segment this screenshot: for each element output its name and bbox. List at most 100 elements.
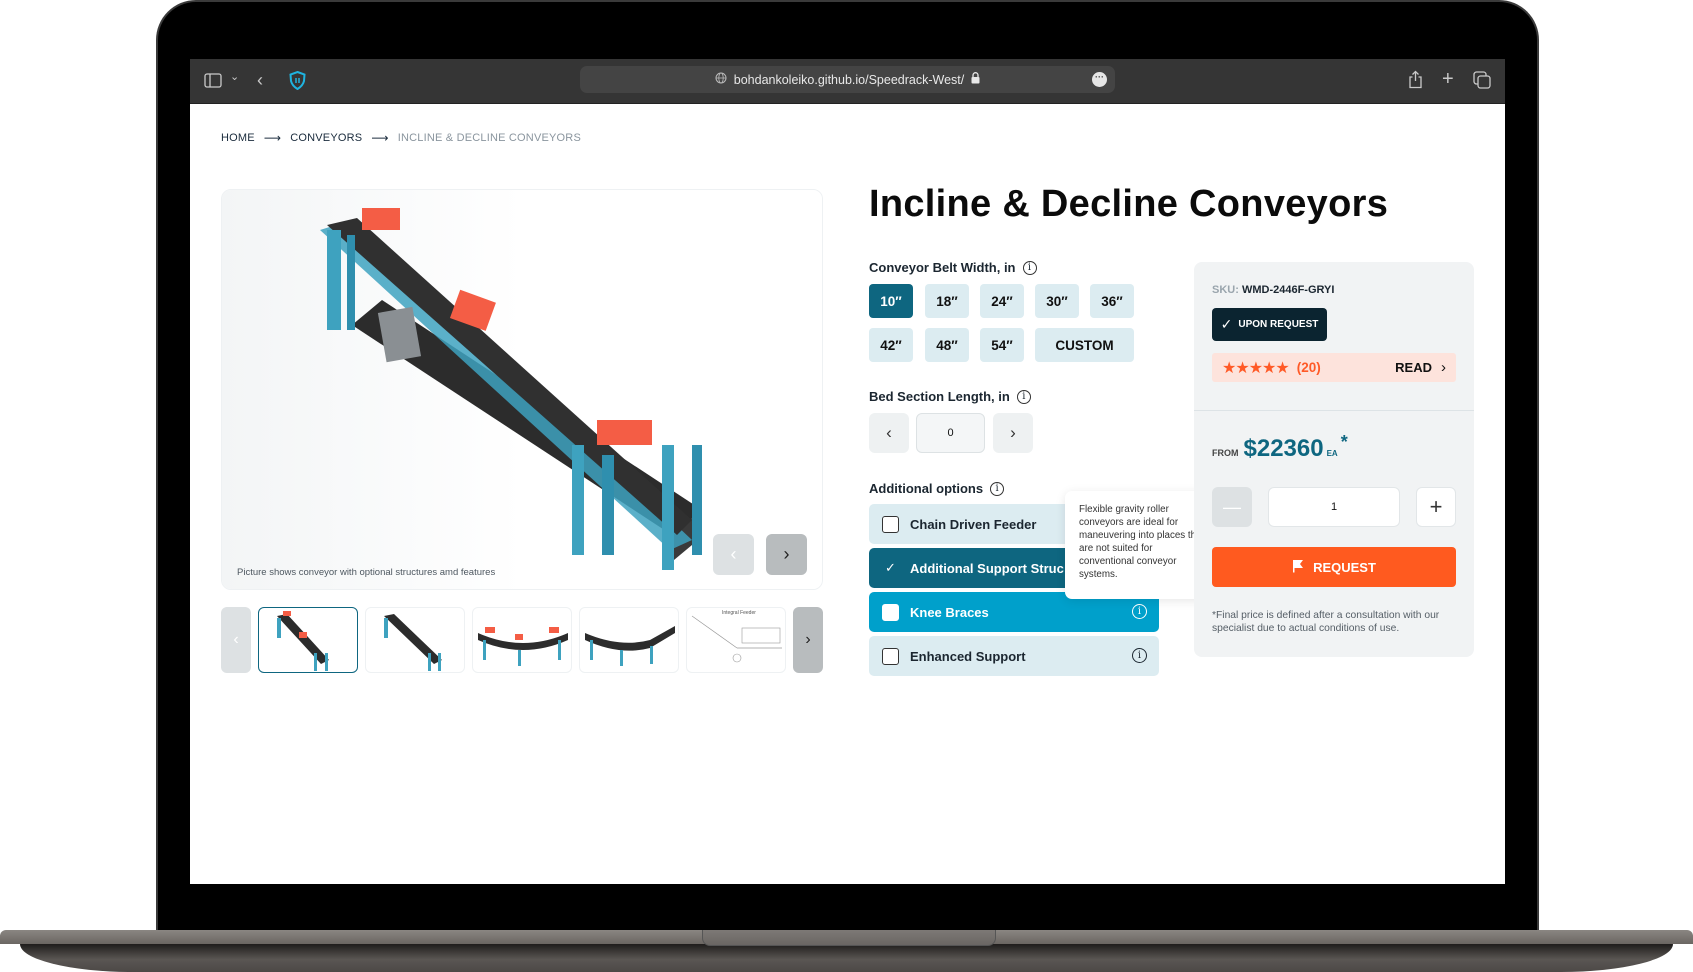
product-gallery: 1/6 Picture show	[221, 189, 823, 590]
address-bar[interactable]: bohdankoleiko.github.io/Speedrack-West/ …	[580, 66, 1115, 93]
laptop-base-bottom	[20, 944, 1673, 972]
belt-width-label: Conveyor Belt Width, in i	[869, 260, 1037, 275]
thumbnail-4[interactable]	[579, 607, 679, 673]
availability-text: UPON REQUEST	[1238, 319, 1319, 330]
product-title: Incline & Decline Conveyors	[869, 183, 1389, 225]
bed-length-label: Bed Section Length, in i	[869, 389, 1031, 404]
star-rating-icon: ★★★★★	[1222, 359, 1290, 377]
price: FROM $22360 EA *	[1212, 432, 1348, 463]
thumbnail-label: Integral Feeder	[722, 610, 756, 616]
rating-bar[interactable]: ★★★★★ (20) READ ›	[1212, 353, 1456, 382]
thumbnail-3[interactable]	[472, 607, 572, 673]
rating-count: (20)	[1296, 360, 1321, 375]
belt-width-option-36[interactable]: 36″	[1090, 284, 1134, 318]
read-reviews-link[interactable]: READ ›	[1395, 359, 1446, 376]
info-icon[interactable]: i	[1132, 604, 1147, 619]
bed-length-input[interactable]: 0	[916, 413, 985, 453]
chevron-right-icon: ›	[1010, 423, 1016, 442]
bed-length-label-text: Bed Section Length, in	[869, 389, 1010, 404]
price-unit: EA	[1326, 449, 1338, 458]
url-text[interactable]: bohdankoleiko.github.io/Speedrack-West/	[734, 73, 964, 87]
sku-value: WMD-2446F-GRYI	[1241, 284, 1335, 296]
option-label: Additional Support Struc	[910, 560, 1064, 576]
option-label: Chain Driven Feeder	[910, 516, 1037, 532]
info-icon[interactable]: i	[1022, 260, 1037, 275]
breadcrumb-home[interactable]: HOME	[221, 132, 255, 144]
checkbox[interactable]	[882, 603, 899, 621]
belt-width-option-48[interactable]: 48″	[925, 328, 969, 362]
tabs-icon[interactable]	[1473, 71, 1491, 92]
chevron-right-icon: ›	[783, 544, 790, 564]
info-icon[interactable]: i	[1016, 389, 1031, 404]
product-image	[222, 190, 822, 589]
chevron-right-icon: ›	[1441, 359, 1446, 376]
breadcrumb-conveyors[interactable]: CONVEYORS	[290, 132, 362, 144]
belt-width-option-custom[interactable]: CUSTOM	[1035, 328, 1134, 362]
sku: SKU: WMD-2446F-GRYI	[1212, 284, 1334, 296]
back-icon[interactable]: ‹	[257, 71, 263, 89]
lock-icon	[971, 72, 980, 87]
thumbnail-strip: ‹ Integral Feeder ›	[221, 607, 823, 675]
browser-toolbar: ⌄ ‹ bohdankoleiko.github.io/Speedrack-We…	[190, 59, 1505, 104]
option-label: Enhanced Support	[910, 648, 1026, 664]
arrow-right-icon: ⟶	[371, 131, 389, 145]
gallery-prev-button[interactable]: ‹	[713, 534, 754, 575]
breadcrumb-current: INCLINE & DECLINE CONVEYORS	[397, 132, 581, 144]
availability-badge: ✓ UPON REQUEST	[1212, 308, 1327, 341]
chevron-left-icon: ‹	[233, 631, 239, 648]
check-icon[interactable]: ✓	[882, 560, 899, 576]
globe-icon	[715, 72, 727, 87]
chevron-left-icon: ‹	[730, 544, 737, 564]
option-label: Knee Braces	[910, 604, 989, 620]
price-from-label: FROM	[1212, 448, 1239, 458]
quantity-input[interactable]: 1	[1268, 487, 1400, 527]
belt-width-option-18[interactable]: 18″	[925, 284, 969, 318]
shield-icon[interactable]	[289, 70, 306, 93]
quantity-increment[interactable]: +	[1416, 487, 1456, 527]
request-button[interactable]: REQUEST	[1212, 547, 1456, 587]
sidebar-icon[interactable]	[204, 73, 222, 91]
sku-label: SKU:	[1212, 284, 1239, 296]
thumbnail-5[interactable]: Integral Feeder	[686, 607, 786, 673]
laptop-notch	[702, 930, 996, 946]
screen: ⌄ ‹ bohdankoleiko.github.io/Speedrack-We…	[190, 59, 1505, 884]
thumbs-prev-button[interactable]: ‹	[221, 607, 251, 673]
read-label: READ	[1395, 360, 1432, 375]
option-enhanced-support[interactable]: Enhanced Support i	[869, 636, 1159, 676]
new-tab-icon[interactable]: +	[1442, 69, 1454, 89]
thumbnail-2[interactable]	[365, 607, 465, 673]
bed-length-decrement[interactable]: ‹	[869, 413, 909, 453]
checkbox[interactable]	[882, 647, 899, 665]
thumbnail-1[interactable]	[258, 607, 358, 673]
additional-options-label-text: Additional options	[869, 481, 984, 496]
flag-icon	[1292, 559, 1304, 576]
belt-width-label-text: Conveyor Belt Width, in	[869, 260, 1016, 275]
belt-width-option-54[interactable]: 54″	[980, 328, 1024, 362]
bed-length-increment[interactable]: ›	[993, 413, 1033, 453]
belt-width-option-30[interactable]: 30″	[1035, 284, 1079, 318]
chevron-right-icon: ›	[805, 631, 811, 648]
share-icon[interactable]	[1408, 70, 1423, 92]
belt-width-option-42[interactable]: 42″	[869, 328, 913, 362]
arrow-right-icon: ⟶	[263, 131, 282, 145]
belt-width-option-24[interactable]: 24″	[980, 284, 1024, 318]
info-icon[interactable]: i	[990, 481, 1005, 496]
gallery-caption: Picture shows conveyor with optional str…	[237, 567, 496, 578]
chevron-down-icon[interactable]: ⌄	[230, 72, 239, 83]
checkbox[interactable]	[882, 515, 899, 533]
breadcrumb: HOME ⟶ CONVEYORS ⟶ INCLINE & DECLINE CON…	[221, 131, 581, 145]
divider	[1194, 410, 1474, 411]
product-page: HOME ⟶ CONVEYORS ⟶ INCLINE & DECLINE CON…	[190, 104, 1505, 884]
info-icon[interactable]: i	[1132, 648, 1147, 663]
check-icon: ✓	[1220, 316, 1233, 332]
gallery-next-button[interactable]: ›	[766, 534, 807, 575]
price-disclaimer: *Final price is defined after a consulta…	[1212, 610, 1440, 634]
buy-box: SKU: WMD-2446F-GRYI ✓ UPON REQUEST ★★★★★…	[1194, 262, 1474, 657]
laptop-base	[0, 930, 1693, 972]
price-value: $22360	[1243, 435, 1324, 462]
belt-width-option-10[interactable]: 10″	[869, 284, 913, 318]
additional-options-label: Additional options i	[869, 481, 1005, 496]
more-icon[interactable]: ···	[1092, 72, 1107, 87]
quantity-decrement[interactable]: —	[1212, 487, 1252, 527]
thumbs-next-button[interactable]: ›	[793, 607, 823, 673]
